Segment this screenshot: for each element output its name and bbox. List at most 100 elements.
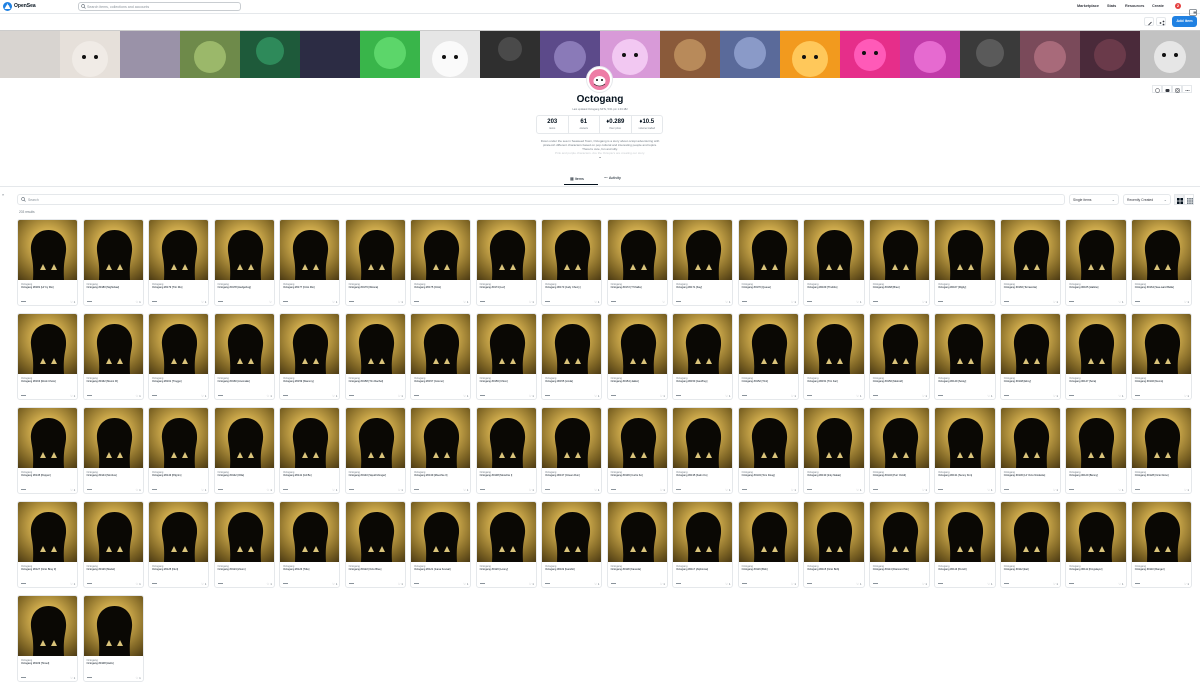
nft-image[interactable] [1131,314,1192,374]
nft-card[interactable]: Octogang Octogang #0129 [Benny] ♡ 1 [1065,407,1127,494]
favorite-button[interactable]: ♡ 1 [1118,300,1123,304]
nft-image[interactable] [1000,220,1061,280]
card-item-name[interactable]: Octogang #0108 [Helix] [87,662,131,665]
tab-activity[interactable]: 〜 Activity [604,176,621,181]
favorite-button[interactable]: ♡ 1 [136,394,141,398]
nft-card[interactable]: Octogang Octogang #0120 [Loony] ♡ 1 [475,501,537,588]
card-item-name[interactable]: Octogang #0170 [Queue] [742,286,786,289]
nft-image[interactable] [607,220,667,280]
nft-image[interactable] [935,220,995,280]
favorite-button[interactable]: ♡ 1 [201,394,206,398]
nft-card[interactable]: Octogang Octogang #0111 [Kingslayer] ♡ 1 [1065,501,1127,588]
favorite-button[interactable]: ♡ 1 [856,300,861,304]
nft-card[interactable]: Octogang Octogang #0132 [Purr Octdi] ♡ 1 [868,407,931,494]
nft-card[interactable]: Octogang Octogang #0125 [Nuri] ♡ 1 [148,501,210,588]
favorite-button[interactable]: ♡ 1 [725,488,730,492]
nft-card[interactable]: Octogang Octogang #0135 [Kalm Ko] ♡ 1 [672,407,734,494]
nft-image[interactable] [1000,502,1061,562]
favorite-button[interactable]: ♡ 1 [725,582,730,586]
nft-card[interactable]: Octogang Octogang #0119 [Gambit] ♡ 1 [541,501,603,588]
nft-image[interactable] [542,220,602,280]
favorite-button[interactable]: ♡ 1 [70,300,75,304]
discord-button[interactable] [1162,85,1172,93]
nft-image[interactable] [804,408,864,468]
card-item-name[interactable]: Octogang #0154 [Jakko] [611,380,655,383]
nft-card[interactable]: Octogang Octogang #0134 [Tom Doug] ♡ 1 [737,407,799,494]
nft-image[interactable] [673,314,733,374]
nft-card[interactable]: Octogang Octogang #0117 [Alphonse] ♡ 1 [672,501,734,588]
nft-image[interactable] [149,408,209,468]
nft-image[interactable] [83,502,143,562]
favorite-button[interactable]: ♡ 1 [463,582,468,586]
nft-image[interactable] [214,220,274,280]
nft-card[interactable]: Octogang Octogang #0167 [Rigby] ♡ [934,219,996,306]
card-item-name[interactable]: Octogang #0177 [Octo Rio] [283,286,327,289]
card-item-name[interactable]: Octogang #0112 [Eel] [1004,568,1048,571]
favorite-button[interactable]: ♡ 1 [660,488,665,492]
card-item-name[interactable]: Octogang #0130 [Lil' Octo Nicolette] [1004,474,1048,477]
favorite-button[interactable]: ♡ 1 [332,300,337,304]
nft-card[interactable]: Octogang Octogang #0131 [Sunny Kim] ♡ 1 [934,407,996,494]
card-item-name[interactable]: Octogang #0143 [Pilgrim] [152,474,196,477]
nft-card[interactable]: Octogang Octogang #0146 [Nemo] ♡ 1 [1130,313,1193,400]
instagram-button[interactable] [1172,85,1182,93]
nft-image[interactable] [1000,408,1061,468]
favorite-button[interactable]: ♡ 1 [1184,582,1189,586]
card-item-name[interactable]: Octogang #0173 [Judy Cherry] [545,286,589,289]
nft-image[interactable] [476,502,536,562]
nft-card[interactable]: Octogang Octogang #0156 [Chico] ♡ 1 [475,313,537,400]
stat-floor-price[interactable]: ♦0.289 floor price [600,116,632,133]
nft-image[interactable] [869,314,930,374]
favorite-button[interactable]: ♡ 1 [267,488,272,492]
favorite-button[interactable]: ♡ 1 [463,394,468,398]
card-item-name[interactable]: Octogang #0144 [Nimbus] [87,474,131,477]
favorite-button[interactable]: ♡ 1 [529,488,534,492]
favorite-button[interactable]: ♡ 1 [398,300,403,304]
nft-image[interactable] [280,220,340,280]
nft-card[interactable]: Octogang Octogang #0147 [Sora] ♡ 1 [1065,313,1127,400]
nft-image[interactable] [83,596,143,656]
card-item-name[interactable]: Octogang #0126 [Mariel] [87,568,131,571]
nft-card[interactable]: Octogang Octogang #0171 [Kay] ♡ 1 [672,219,734,306]
favorite-button[interactable]: ♡ 1 [1053,488,1058,492]
card-item-name[interactable]: Octogang #0147 [Sora] [1069,380,1113,383]
nft-image[interactable] [673,220,733,280]
card-item-name[interactable]: Octogang #0164 [Sea-ward Bella] [1135,286,1179,289]
card-item-name[interactable]: Octogang #0113 [Pencil] [938,568,982,571]
nft-image[interactable] [1131,220,1192,280]
nft-image[interactable] [83,408,143,468]
nft-image[interactable] [1000,314,1061,374]
card-item-name[interactable]: Octogang #0156 [Chico] [480,380,524,383]
favorite-button[interactable]: ♡ 1 [1053,300,1058,304]
nft-image[interactable] [1131,502,1192,562]
card-item-name[interactable]: Octogang #0148 [Elroy] [1004,380,1048,383]
favorite-button[interactable]: ♡ 1 [856,394,861,398]
card-item-name[interactable]: Octogang #0175 [Octo] [414,286,458,289]
favorite-button[interactable]: ♡ 1 [136,582,141,586]
filter-toggle-icon[interactable]: » [2,192,4,197]
nft-image[interactable] [673,408,733,468]
favorite-button[interactable]: ♡ 1 [70,582,75,586]
nft-card[interactable]: Octogang Octogang #0162 [Mooni III] ♡ 1 [82,313,144,400]
nft-image[interactable] [673,502,733,562]
notification-badge[interactable]: 2 [1175,3,1181,9]
favorite-button[interactable]: ♡ 1 [201,488,206,492]
card-item-name[interactable]: Octogang #0181 [Lil' by Rio] [21,286,65,289]
card-item-name[interactable]: Octogang #0146 [Nemo] [1135,380,1179,383]
nft-image[interactable] [935,408,995,468]
favorite-button[interactable]: ♡ 1 [529,582,534,586]
card-item-name[interactable]: Octogang #0136 [Curtis Ko] [611,474,655,477]
nft-image[interactable] [345,502,405,562]
favorite-button[interactable]: ♡ 1 [1184,488,1189,492]
favorite-button[interactable]: ♡ 1 [987,582,992,586]
nft-image[interactable] [804,502,864,562]
nft-card[interactable]: Octogang Octogang #0157 [Cosmo] ♡ 1 [410,313,472,400]
favorite-button[interactable]: ♡ 1 [70,394,75,398]
card-item-name[interactable]: Octogang #0171 [Kay] [676,286,720,289]
share-button[interactable] [1156,17,1166,26]
card-item-name[interactable]: Octogang #0141 [Gil Bo] [283,474,327,477]
nft-card[interactable]: Octogang Octogang #0112 [Eel] ♡ 1 [999,501,1062,588]
nft-card[interactable]: Octogang Octogang #0108 [Helix] ♡ 1 [82,595,144,682]
card-item-name[interactable]: Octogang #0140 [Squid Monger] [349,474,393,477]
nft-image[interactable] [804,220,864,280]
